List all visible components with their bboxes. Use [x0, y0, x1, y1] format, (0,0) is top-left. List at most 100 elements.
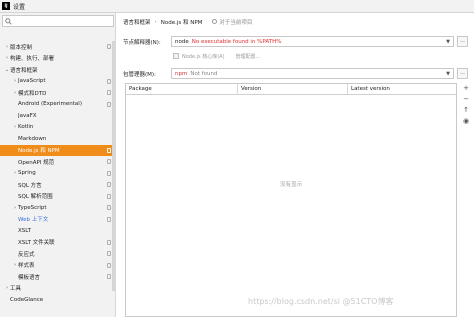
sidebar-item-label: 工具	[10, 286, 22, 293]
breadcrumb-parent[interactable]: 语言和框架	[123, 18, 151, 26]
app-icon: IJ	[2, 2, 10, 10]
project-config-icon	[107, 44, 111, 49]
project-config-icon	[107, 182, 111, 187]
window-title: 设置	[13, 3, 26, 11]
upgrade-package-icon[interactable]: ↑	[458, 105, 474, 116]
sidebar-item[interactable]: SQL 方言	[0, 179, 115, 191]
sidebar-item[interactable]: › 构建、执行、部署	[0, 53, 115, 65]
project-scope-indicator: 对于当前项目	[212, 18, 252, 26]
sidebar-item[interactable]: › JavaScript	[0, 76, 115, 88]
table-toolbar: + − ↑ ◉	[458, 83, 474, 143]
sidebar-item-label: XSLT 文件关联	[18, 240, 55, 247]
add-package-icon[interactable]: +	[458, 83, 474, 94]
chevron-down-icon: ▼	[446, 39, 450, 45]
sidebar-item[interactable]: CodeGlance	[0, 294, 115, 306]
project-scope-label: 对于当前项目	[219, 19, 253, 26]
sidebar-item-label: Kotlin	[18, 124, 34, 131]
search-icon	[5, 17, 12, 25]
column-header-latest-version[interactable]: Latest version	[348, 84, 456, 94]
chevron-down-icon: ▼	[446, 71, 450, 77]
sidebar-scrollbar[interactable]	[112, 41, 115, 291]
manage-config-link[interactable]: 管理配置...	[236, 53, 261, 60]
sidebar-item[interactable]: 反应式	[0, 248, 115, 260]
sidebar-item-label: Web 上下文	[18, 217, 49, 224]
sidebar-item-label: SQL 方言	[18, 182, 42, 189]
sidebar-item[interactable]: OpenAPI 规范	[0, 156, 115, 168]
node-interpreter-browse-button[interactable]: ...	[457, 36, 468, 47]
project-config-icon	[107, 90, 111, 95]
project-config-icon	[107, 262, 111, 268]
sidebar-item-label: Android (Experimental)	[18, 101, 82, 108]
settings-sidebar: › 版本控制 › 构建、执行、部署 ⌄ 语言和框架 › JavaScript › 模式和DTD An…	[0, 13, 116, 317]
breadcrumb-current: Node.js 和 NPM	[160, 19, 203, 26]
package-manager-select[interactable]: npm Not found ▼	[171, 68, 454, 79]
settings-tree: › 版本控制 › 构建、执行、部署 ⌄ 语言和框架 › JavaScript › 模式和DTD An…	[0, 41, 115, 306]
sidebar-item[interactable]: ⌄ 语言和框架	[0, 64, 115, 76]
package-manager-row: 包管理器(M):	[123, 68, 171, 79]
settings-search-input[interactable]	[2, 15, 114, 27]
sidebar-item-label: Spring	[18, 170, 36, 177]
sidebar-item-label: SQL 解析范围	[18, 194, 53, 201]
sidebar-item[interactable]: › 模式和DTD	[0, 87, 115, 99]
sidebar-item[interactable]: › 样式表	[0, 260, 115, 272]
sidebar-item-label: Markdown	[18, 135, 47, 142]
package-manager-label: 包管理器(M):	[123, 71, 156, 78]
sidebar-item[interactable]: Android (Experimental)	[0, 99, 115, 111]
node-interpreter-value: node	[175, 38, 189, 45]
sidebar-item-label: 语言和框架	[10, 67, 38, 74]
sidebar-item[interactable]: Markdown	[0, 133, 115, 145]
project-config-icon	[107, 205, 111, 210]
remove-package-icon[interactable]: −	[458, 94, 474, 105]
breadcrumb: 语言和框架 › Node.js 和 NPM 对于当前项目	[123, 17, 252, 26]
sidebar-item-label: TypeScript	[18, 204, 47, 211]
sidebar-item[interactable]: Node.js 和 NPM	[0, 144, 115, 156]
sidebar-item[interactable]: › TypeScript	[0, 202, 115, 214]
sidebar-item[interactable]: SQL 解析范围	[0, 191, 115, 203]
node-interpreter-error: No executable found in %PATH%	[191, 38, 282, 45]
package-manager-browse-button[interactable]: ...	[457, 68, 468, 79]
node-interpreter-select[interactable]: node No executable found in %PATH% ▼	[171, 36, 454, 47]
sidebar-item-label: CodeGlance	[10, 296, 44, 303]
project-config-icon	[107, 78, 111, 84]
sidebar-item[interactable]: › 版本控制	[0, 41, 115, 53]
project-config-icon	[107, 239, 111, 245]
sidebar-item[interactable]: XSLT	[0, 225, 115, 237]
sidebar-item-label: 样式表	[18, 263, 35, 270]
breadcrumb-separator: ›	[154, 18, 157, 25]
project-config-icon	[107, 170, 111, 176]
project-config-icon	[107, 251, 111, 256]
settings-content: 语言和框架 › Node.js 和 NPM 对于当前项目 节点解释器(N): n…	[117, 13, 474, 317]
sidebar-item[interactable]: 模板语言	[0, 271, 115, 283]
sidebar-item-label: Node.js 和 NPM	[18, 148, 60, 155]
column-header-package[interactable]: Package	[126, 84, 238, 94]
core-library-checkbox[interactable]	[173, 53, 179, 59]
watermark: https://blog.csdn.net/si @51CTO博客	[248, 297, 394, 306]
column-header-version[interactable]: Version	[238, 84, 348, 94]
node-interpreter-row: 节点解释器(N):	[123, 36, 171, 47]
package-manager-value: npm	[175, 70, 188, 77]
project-config-icon	[107, 216, 111, 222]
package-manager-status: Not found	[190, 70, 218, 77]
project-config-icon	[107, 159, 111, 164]
sidebar-item[interactable]: › Spring	[0, 168, 115, 180]
sidebar-item-label: OpenAPI 规范	[18, 159, 55, 166]
core-library-row: Node.js 核心库(A) 管理配置...	[173, 51, 260, 61]
project-config-icon	[107, 274, 111, 279]
sidebar-item[interactable]: › 工具	[0, 283, 115, 295]
sidebar-item-label: JavaFX	[18, 112, 37, 119]
sidebar-item[interactable]: › Kotlin	[0, 122, 115, 134]
show-details-icon[interactable]: ◉	[458, 116, 474, 127]
sidebar-item[interactable]: Web 上下文	[0, 214, 115, 226]
sidebar-item[interactable]: JavaFX	[0, 110, 115, 122]
project-config-icon	[107, 193, 111, 199]
sidebar-item-label: JavaScript	[18, 78, 46, 85]
node-interpreter-label: 节点解释器(N):	[123, 39, 161, 46]
project-icon	[212, 19, 218, 24]
sidebar-item-label: XSLT	[18, 227, 31, 234]
sidebar-item-label: 反应式	[18, 251, 35, 258]
table-header: Package Version Latest version	[126, 84, 456, 95]
sidebar-item-label: 构建、执行、部署	[10, 56, 55, 63]
packages-table: Package Version Latest version 没有显示	[125, 83, 457, 317]
sidebar-item-label: 模式和DTD	[18, 90, 47, 97]
sidebar-item[interactable]: XSLT 文件关联	[0, 237, 115, 249]
